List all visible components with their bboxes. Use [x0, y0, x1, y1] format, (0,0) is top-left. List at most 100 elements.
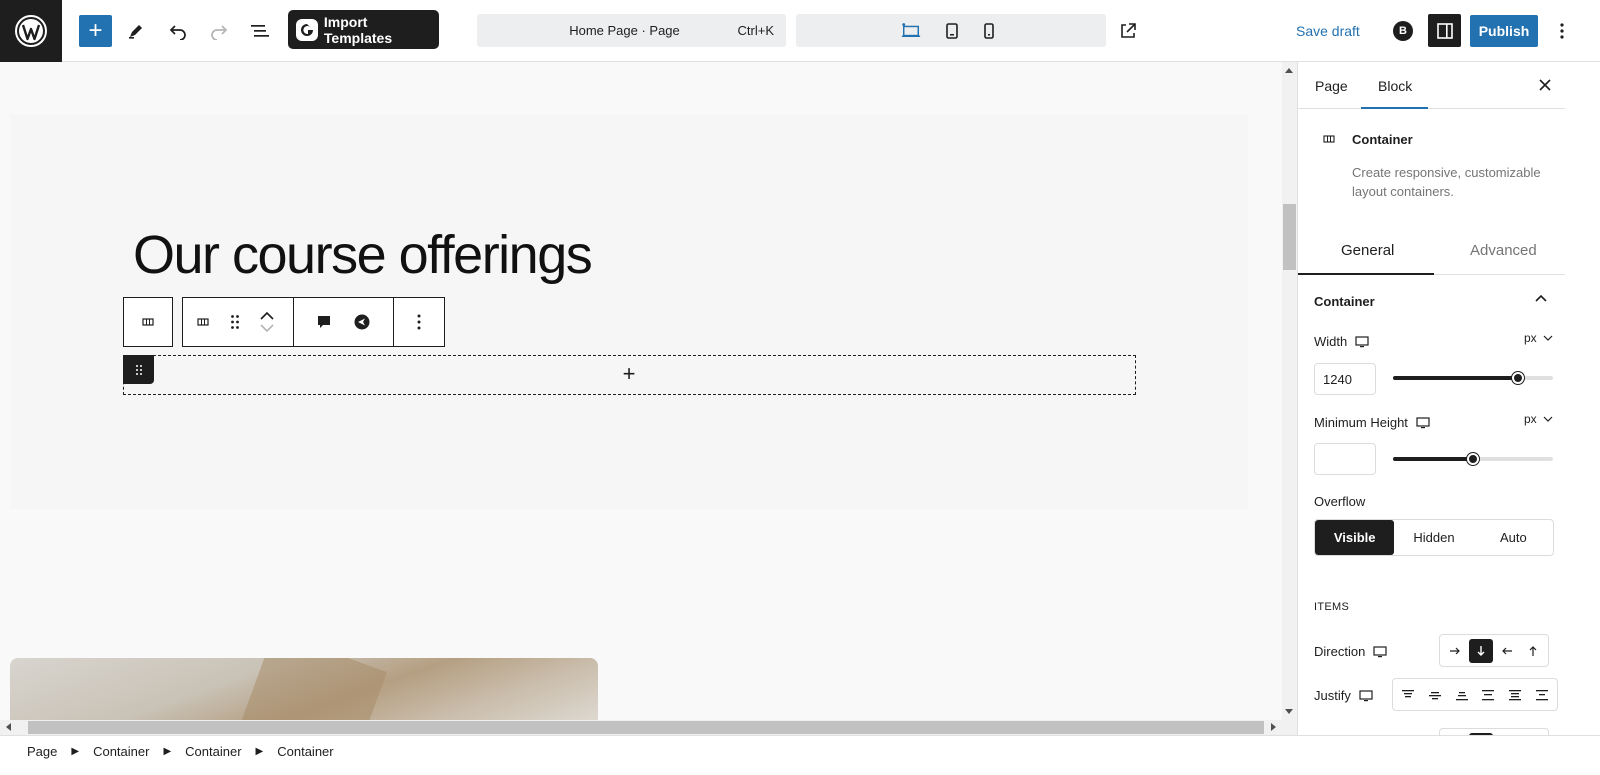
width-slider[interactable]	[1393, 372, 1553, 384]
min-height-input[interactable]	[1314, 443, 1376, 475]
device-preview-bar	[796, 14, 1106, 47]
tab-advanced[interactable]: Advanced	[1470, 242, 1537, 259]
width-slider-fill	[1393, 376, 1518, 380]
width-label-row: Width	[1314, 334, 1369, 349]
desktop-view-button[interactable]	[901, 21, 921, 41]
undo-button[interactable]	[162, 15, 194, 47]
breadcrumb-item-container[interactable]: Container	[93, 744, 149, 759]
chevron-up-icon[interactable]	[1534, 292, 1548, 306]
mobile-view-button[interactable]	[979, 21, 999, 41]
canvas-vertical-scrollbar[interactable]	[1282, 62, 1297, 720]
undo-icon	[169, 25, 186, 40]
align-option-button[interactable]	[1443, 733, 1467, 736]
close-sidebar-button[interactable]	[1536, 76, 1554, 94]
scroll-down-arrow-icon[interactable]	[1285, 709, 1293, 714]
redo-button[interactable]	[203, 15, 235, 47]
container-drag-handle[interactable]	[123, 355, 154, 384]
breadcrumb-item-container[interactable]: Container	[185, 744, 241, 759]
close-icon	[1539, 79, 1551, 91]
vertical-scroll-thumb[interactable]	[1283, 204, 1296, 270]
justify-end-icon	[1455, 691, 1468, 700]
canvas-horizontal-scrollbar[interactable]	[0, 720, 1297, 735]
drag-handle-icon	[135, 364, 142, 375]
horizontal-scroll-thumb[interactable]	[28, 721, 1264, 734]
page-heading[interactable]: Our course offerings	[133, 224, 593, 286]
tab-page[interactable]: Page	[1315, 78, 1348, 94]
settings-sidebar-toggle[interactable]	[1428, 14, 1461, 47]
view-page-button[interactable]	[1117, 20, 1139, 42]
drag-block-button[interactable]	[223, 298, 247, 346]
block-options-button[interactable]	[394, 298, 444, 346]
chevron-right-icon: ▶	[163, 746, 172, 757]
direction-row-reverse-button[interactable]	[1495, 639, 1519, 663]
breadcrumb-item-container[interactable]: Container	[277, 744, 333, 759]
justify-start-icon	[1402, 689, 1414, 697]
document-overview-button[interactable]	[244, 15, 276, 47]
plus-icon: +	[88, 17, 103, 44]
import-templates-label: Import Templates	[323, 13, 393, 46]
overflow-option-hidden[interactable]: Hidden	[1394, 520, 1473, 555]
comment-button[interactable]	[294, 298, 354, 346]
add-block-button[interactable]: +	[79, 15, 112, 47]
publish-button[interactable]: Publish	[1470, 15, 1538, 47]
select-parent-block-button[interactable]	[123, 297, 173, 347]
command-palette-button[interactable]: Home Page · Page Ctrl+K	[477, 14, 786, 47]
chevron-up-icon[interactable]	[260, 312, 274, 320]
justify-label-row: Justify	[1314, 688, 1373, 703]
justify-center-button[interactable]	[1423, 683, 1447, 707]
justify-space-between-icon	[1482, 689, 1495, 700]
justify-space-between-button[interactable]	[1476, 683, 1500, 707]
align-button-group-partial	[1439, 728, 1549, 735]
direction-label-row: Direction	[1314, 644, 1387, 659]
block-toolbar-group-move	[183, 298, 295, 346]
direction-column-button[interactable]	[1469, 638, 1493, 663]
brand-b-icon[interactable]: B	[1393, 21, 1413, 41]
overflow-option-auto[interactable]: Auto	[1474, 520, 1553, 555]
wordpress-logo-icon[interactable]	[0, 0, 62, 62]
vertical-ellipsis-icon	[1560, 23, 1564, 39]
justify-space-evenly-button[interactable]	[1530, 683, 1554, 707]
align-option-button[interactable]	[1495, 733, 1519, 736]
align-option-button-active[interactable]	[1469, 732, 1493, 735]
navigation-button[interactable]	[354, 298, 370, 346]
min-height-slider[interactable]	[1393, 453, 1553, 465]
block-inserter-plus-icon[interactable]: +	[619, 363, 639, 385]
tab-general[interactable]: General	[1341, 242, 1394, 259]
arrow-right-icon	[1450, 647, 1460, 654]
justify-space-around-button[interactable]	[1503, 683, 1527, 707]
align-option-button[interactable]	[1521, 733, 1545, 736]
min-height-unit-select[interactable]: px	[1524, 412, 1553, 426]
chevron-down-icon[interactable]	[260, 324, 274, 332]
scroll-left-arrow-icon[interactable]	[6, 723, 11, 731]
desktop-icon[interactable]	[1416, 416, 1430, 430]
direction-column-reverse-button[interactable]	[1521, 639, 1545, 663]
width-slider-handle[interactable]	[1511, 372, 1524, 384]
width-input[interactable]: 1240	[1314, 363, 1376, 395]
drag-handle-icon	[231, 315, 239, 329]
panel-title-container[interactable]: Container	[1314, 294, 1375, 309]
desktop-icon[interactable]	[1359, 689, 1373, 703]
redo-icon	[211, 25, 228, 40]
save-draft-button[interactable]: Save draft	[1296, 23, 1360, 39]
block-type-button[interactable]	[183, 298, 223, 346]
min-height-slider-fill	[1393, 457, 1473, 461]
import-templates-button[interactable]: Import Templates	[288, 10, 439, 49]
tools-pencil-button[interactable]	[120, 15, 152, 47]
breadcrumb-item-page[interactable]: Page	[27, 744, 57, 759]
overflow-option-visible[interactable]: Visible	[1315, 520, 1395, 555]
scroll-up-arrow-icon[interactable]	[1285, 68, 1293, 73]
justify-start-button[interactable]	[1396, 683, 1420, 707]
course-image	[10, 658, 598, 720]
min-height-label: Minimum Height	[1314, 415, 1408, 430]
editor-canvas[interactable]: Our course offerings +	[0, 62, 1282, 720]
justify-end-button[interactable]	[1450, 683, 1474, 707]
desktop-icon[interactable]	[1373, 645, 1387, 659]
scroll-right-arrow-icon[interactable]	[1271, 723, 1276, 731]
desktop-icon[interactable]	[1355, 335, 1369, 349]
min-height-slider-handle[interactable]	[1467, 453, 1479, 465]
options-more-button[interactable]	[1552, 20, 1572, 42]
width-unit-select[interactable]: px	[1524, 331, 1553, 345]
direction-row-button[interactable]	[1443, 639, 1467, 663]
tablet-view-button[interactable]	[942, 21, 962, 41]
tab-block[interactable]: Block	[1378, 78, 1412, 94]
